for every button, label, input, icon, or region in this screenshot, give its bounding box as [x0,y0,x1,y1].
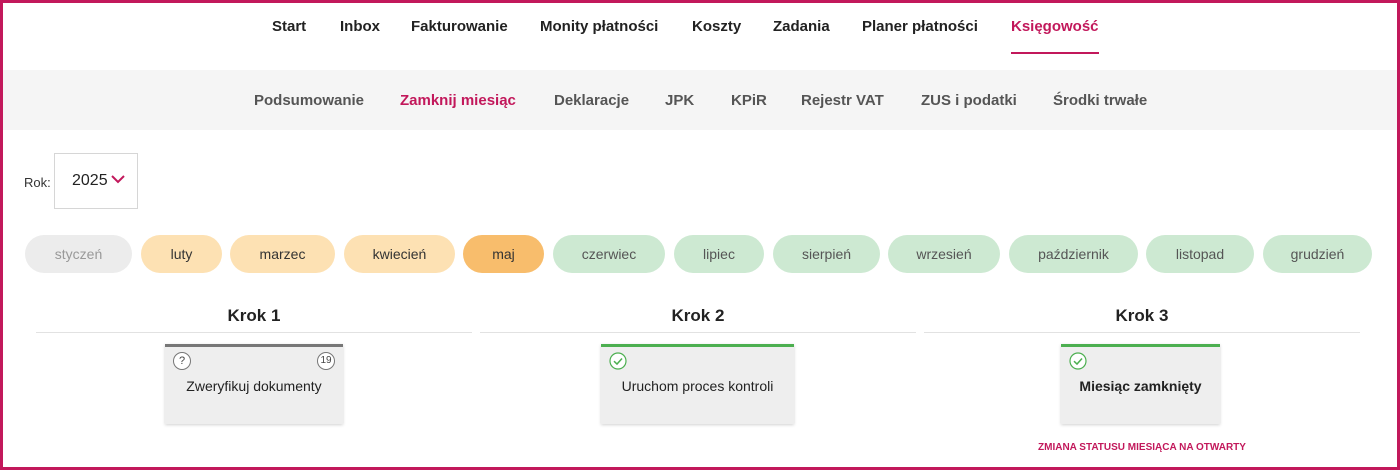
subnav-item-podsumowanie[interactable]: Podsumowanie [254,92,364,109]
nav-item-koszty[interactable]: Koszty [692,18,741,35]
nav-item-fakturowanie[interactable]: Fakturowanie [411,18,508,35]
card-label: Uruchom proces kontroli [621,378,774,394]
subnav-item-jpk[interactable]: JPK [665,92,694,109]
month-pill-sierpien[interactable]: sierpień [773,235,880,273]
month-pill-marzec[interactable]: marzec [230,235,335,273]
subnav-item-zus-i-podatki[interactable]: ZUS i podatki [921,92,1017,109]
card-status-bar [1061,344,1220,347]
card-status-bar [601,344,794,347]
subnav-item-kpir[interactable]: KPiR [731,92,767,109]
month-pill-pazdziernik[interactable]: październik [1009,235,1138,273]
card-label: Miesiąc zamknięty [1079,378,1202,394]
step-card-verify-documents[interactable]: ? 19 Zweryfikuj dokumenty [165,344,343,424]
step-card-run-control[interactable]: Uruchom proces kontroli [601,344,794,424]
card-status-bar [165,344,343,347]
month-pill-kwiecien[interactable]: kwiecień [344,235,455,273]
nav-item-ksiegowosc[interactable]: Księgowość [1011,18,1099,35]
help-icon[interactable]: ? [173,352,191,370]
nav-item-start[interactable]: Start [272,18,306,35]
step-title: Krok 1 [227,306,281,325]
month-pill-czerwiec[interactable]: czerwiec [553,235,665,273]
month-pill-wrzesien[interactable]: wrzesień [888,235,1000,273]
month-pill-lipiec[interactable]: lipiec [674,235,764,273]
step-divider [480,332,916,333]
subnav-item-zamknij-miesiac[interactable]: Zamknij miesiąc [400,92,516,109]
document-count-badge: 19 [317,352,335,370]
check-circle-icon [609,352,627,370]
subnav-item-deklaracje[interactable]: Deklaracje [554,92,629,109]
subnav-item-rejestr-vat[interactable]: Rejestr VAT [801,92,884,109]
month-pill-luty[interactable]: luty [141,235,222,273]
month-pill-maj[interactable]: maj [463,235,544,273]
active-nav-indicator [1011,52,1099,54]
card-label: Zweryfikuj dokumenty [186,378,322,394]
year-select[interactable]: 2025 [54,153,138,209]
top-navigation: Start Inbox Fakturowanie Monity płatnośc… [0,0,1400,70]
step-title: Krok 2 [671,306,725,325]
chevron-down-icon [111,175,125,184]
month-pill-styczen[interactable]: styczeń [25,235,132,273]
step-title: Krok 3 [1115,306,1169,325]
year-label: Rok: [24,175,51,190]
nav-item-planer-platnosci[interactable]: Planer płatności [862,18,978,35]
month-pill-grudzien[interactable]: grudzień [1263,235,1372,273]
month-pill-listopad[interactable]: listopad [1146,235,1254,273]
nav-item-zadania[interactable]: Zadania [773,18,830,35]
step-divider [36,332,472,333]
step-card-month-closed[interactable]: Miesiąc zamknięty [1061,344,1220,424]
nav-item-inbox[interactable]: Inbox [340,18,380,35]
nav-item-monity-platnosci[interactable]: Monity płatności [540,18,658,35]
year-value: 2025 [72,172,108,189]
step-divider [924,332,1360,333]
sub-navigation: Podsumowanie Zamknij miesiąc Deklaracje … [3,70,1397,130]
subnav-item-srodki-trwale[interactable]: Środki trwałe [1053,92,1147,109]
check-circle-icon [1069,352,1087,370]
reopen-month-link[interactable]: ZMIANA STATUSU MIESIĄCA NA OTWARTY [1038,442,1246,453]
